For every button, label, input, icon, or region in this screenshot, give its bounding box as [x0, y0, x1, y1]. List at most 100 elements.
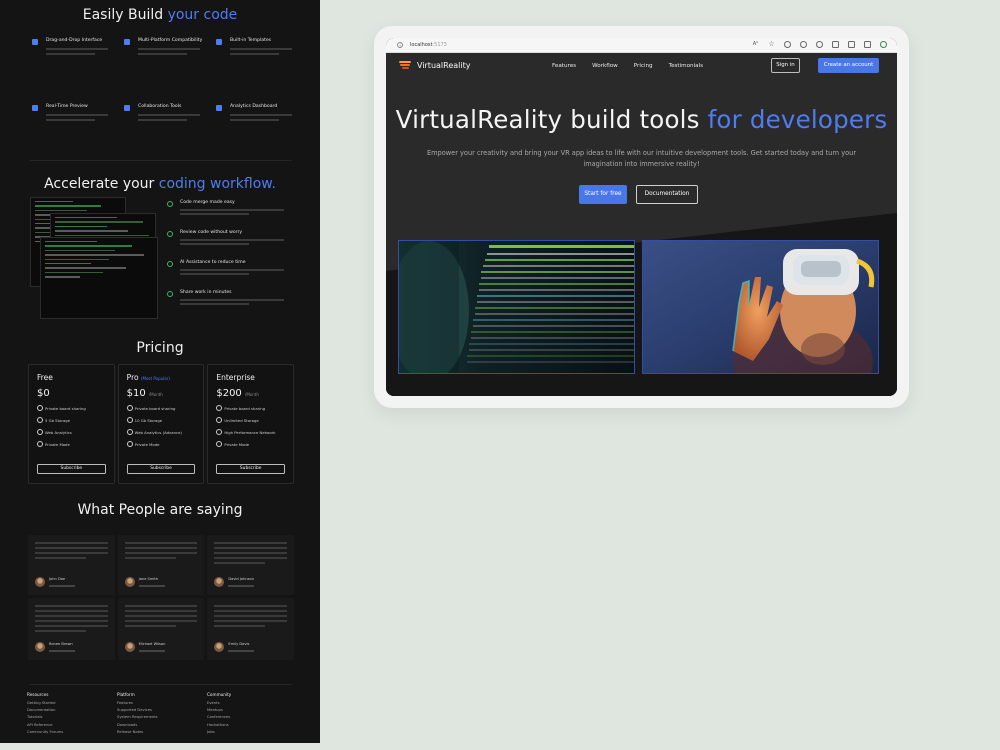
- pricing-card-pro: Pro (Most Popular) $10 /Month Private bo…: [117, 364, 205, 484]
- feature-icon: [124, 105, 130, 111]
- avatar: [124, 642, 135, 652]
- hero-subtitle: Empower your creativity and bring your V…: [426, 149, 857, 168]
- footer-link[interactable]: Meetups: [207, 708, 297, 712]
- footer-link[interactable]: Getting Started: [27, 701, 117, 705]
- footer-link[interactable]: Community Forums: [27, 730, 117, 734]
- create-account-button[interactable]: Create an account: [818, 58, 879, 73]
- footer-link[interactable]: Conferences: [207, 715, 297, 719]
- avatar: [35, 577, 45, 587]
- feature-item: Collaboration Tools: [122, 104, 208, 136]
- nav-links: Features Workflow Pricing Testimonials: [552, 63, 719, 69]
- section-divider: [30, 160, 292, 161]
- feature-item: Analytics Dashboard: [214, 104, 300, 136]
- feature-icon: [216, 39, 222, 45]
- footer-link[interactable]: Downloads: [117, 723, 207, 727]
- most-popular-badge: (Most Popular): [140, 376, 170, 381]
- code-monitor-image: [398, 240, 635, 374]
- avatar: [35, 642, 45, 652]
- start-for-free-button[interactable]: Start for free: [579, 185, 627, 204]
- check-circle-icon: [167, 231, 173, 237]
- hero-title: VirtualReality build tools for developer…: [395, 105, 888, 134]
- testimonial-card: Jane Smith: [117, 535, 205, 595]
- footer-link[interactable]: Tutorials: [27, 715, 117, 719]
- footer-link[interactable]: System Requirements: [117, 715, 207, 719]
- footer-link[interactable]: Supported Devices: [117, 708, 207, 712]
- logo-icon: [399, 61, 411, 70]
- testimonial-card: David Johnson: [207, 535, 294, 595]
- pricing-card-free: Free $0 Private board sharing 5 Gb Stora…: [28, 364, 115, 484]
- site-info-icon[interactable]: i: [397, 42, 403, 48]
- browser-toolbar: i localhost:5173 A⁰ ☆: [386, 38, 897, 53]
- check-circle-icon: [167, 291, 173, 297]
- subscribe-button[interactable]: Subscribe: [216, 464, 286, 474]
- footer-link[interactable]: Release Notes: [117, 730, 207, 734]
- feature-icon: [216, 105, 222, 111]
- testimonials-grid: John Doe Jane Smith David Johnson Ronee …: [28, 535, 294, 660]
- avatar: [124, 577, 135, 587]
- footer-column-community: Community Events Meetups Conferences Hac…: [207, 692, 297, 737]
- footer-link[interactable]: Jobs: [207, 730, 297, 734]
- favorite-star-icon[interactable]: ☆: [768, 41, 775, 48]
- workflow-title: Accelerate your coding workflow.: [44, 176, 276, 192]
- feature-icon: [32, 105, 38, 111]
- avatar: [214, 642, 225, 652]
- testimonials-title: What People are saying: [77, 502, 243, 518]
- address-bar[interactable]: localhost:5173: [410, 42, 447, 48]
- browser-actions: A⁰ ☆: [752, 41, 887, 48]
- pricing-title: Pricing: [136, 340, 184, 356]
- extension-icon[interactable]: [784, 41, 791, 48]
- workflow-list: Code merge made easy Review code without…: [167, 200, 295, 320]
- feature-item: Drag-and-Drop Interface: [30, 38, 116, 70]
- nav-link-testimonials[interactable]: Testimonials: [669, 63, 703, 69]
- footer-column-platform: Platform Features Supported Devices Syst…: [117, 692, 207, 737]
- feature-icon: [32, 39, 38, 45]
- footer-link[interactable]: Events: [207, 701, 297, 705]
- footer-link[interactable]: Documentation: [27, 708, 117, 712]
- read-aloud-icon[interactable]: A⁰: [752, 41, 759, 48]
- sign-in-button[interactable]: Sign in: [771, 58, 800, 73]
- favorites-icon[interactable]: [848, 41, 855, 48]
- code-editor-illustration: [30, 197, 160, 319]
- footer-divider: [30, 684, 292, 685]
- testimonial-card: Ronee Brown: [28, 598, 115, 660]
- footer-link[interactable]: Features: [117, 701, 207, 705]
- vr-headset-image: [642, 240, 879, 374]
- features-grid: Drag-and-Drop Interface Multi-Platform C…: [30, 38, 300, 136]
- collections-icon[interactable]: [864, 41, 871, 48]
- subscribe-button[interactable]: Subscribe: [37, 464, 106, 474]
- check-circle-icon: [167, 201, 173, 207]
- check-circle-icon: [167, 261, 173, 267]
- subscribe-button[interactable]: Subscribe: [126, 464, 196, 474]
- workflow-item: Review code without worry: [167, 230, 295, 260]
- feature-icon: [124, 39, 130, 45]
- tablet-screen: i localhost:5173 A⁰ ☆ VirtualReality Fea…: [386, 38, 897, 396]
- testimonial-card: John Doe: [28, 535, 115, 595]
- landing-page-preview: Easily Build your code Drag-and-Drop Int…: [0, 0, 320, 743]
- brand-name[interactable]: VirtualReality: [417, 61, 470, 70]
- features-title: Easily Build your code: [82, 7, 238, 23]
- code-window: [40, 237, 158, 319]
- workflow-item: Code merge made easy: [167, 200, 295, 230]
- extension-icon[interactable]: [800, 41, 807, 48]
- nav-link-features[interactable]: Features: [552, 63, 576, 69]
- feature-item: Real-Time Preview: [30, 104, 116, 136]
- documentation-button[interactable]: Documentation: [636, 185, 698, 204]
- workflow-item: Share work in minutes: [167, 290, 295, 320]
- nav-link-pricing[interactable]: Pricing: [634, 63, 653, 69]
- profile-icon[interactable]: [880, 41, 887, 48]
- footer-link[interactable]: Hackathons: [207, 723, 297, 727]
- feature-item: Built-in Templates: [214, 38, 300, 70]
- feature-item: Multi-Platform Compatibility: [122, 38, 208, 70]
- footer-column-resources: Resources Getting Started Documentation …: [27, 692, 117, 737]
- workflow-item: AI Assistance to reduce time: [167, 260, 295, 290]
- nav-link-workflow[interactable]: Workflow: [592, 63, 618, 69]
- footer: Resources Getting Started Documentation …: [27, 692, 297, 737]
- website-viewport: VirtualReality Features Workflow Pricing…: [386, 53, 897, 396]
- footer-link[interactable]: API Reference: [27, 723, 117, 727]
- split-screen-icon[interactable]: [832, 41, 839, 48]
- testimonial-card: Michael Wilson: [117, 598, 205, 660]
- refresh-icon[interactable]: [816, 41, 823, 48]
- avatar: [214, 577, 225, 587]
- tablet-mockup: i localhost:5173 A⁰ ☆ VirtualReality Fea…: [374, 26, 909, 408]
- testimonial-card: Emily Davis: [207, 598, 294, 660]
